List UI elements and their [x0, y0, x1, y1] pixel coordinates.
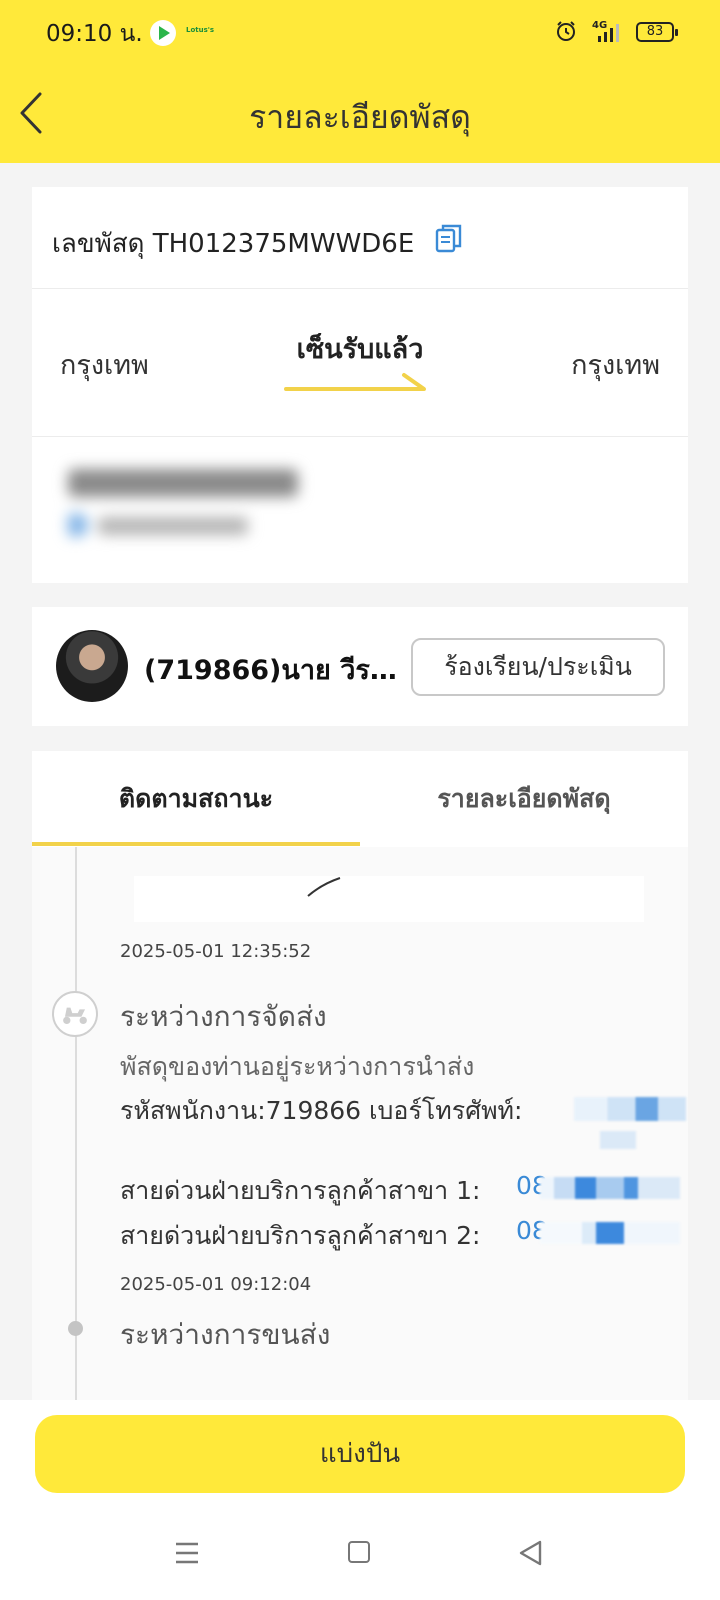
app-header: 09:10 น. Lotus's 4G 83 รายละเอียดพัสดุ	[0, 0, 720, 163]
tracking-card: ติดตามสถานะ รายละเอียดพัสดุ 2025-05-01 1…	[32, 751, 688, 1401]
scooter-icon	[52, 991, 98, 1037]
network-label: 4G	[592, 20, 607, 31]
staff-phone-redacted[interactable]	[574, 1097, 686, 1121]
battery-indicator: 83	[636, 22, 678, 42]
bottom-bar: แบ่งปัน	[0, 1400, 720, 1600]
hotline-1-redacted	[540, 1177, 680, 1199]
delivery-status: เซ็นรับแล้ว	[296, 334, 424, 365]
destination-city: กรุงเทพ	[571, 350, 660, 381]
tracking-number: เลขพัสดุ TH012375MWWD6E	[52, 229, 415, 259]
event-description: พัสดุของท่านอยู่ระหว่างการนำส่ง	[120, 1052, 475, 1081]
route-row: กรุงเทพ เซ็นรับแล้ว กรุงเทพ	[32, 289, 688, 437]
play-app-icon	[150, 20, 176, 46]
signature-mark	[307, 877, 341, 897]
hotline-2-label: สายด่วนฝ่ายบริการลูกค้าสาขา 2:	[120, 1221, 481, 1250]
alarm-icon	[557, 21, 575, 41]
receiver-info-redacted	[68, 469, 298, 537]
staff-phone-redacted-2	[600, 1131, 636, 1149]
menu-icon[interactable]	[174, 1540, 200, 1566]
parcel-card: เลขพัสดุ TH012375MWWD6E กรุงเทพ เซ็นรับแ…	[32, 187, 688, 583]
complain-rate-button[interactable]: ร้องเรียน/ประเมิน	[411, 638, 665, 696]
status-time: 09:10 น.	[46, 21, 143, 47]
timeline-dot	[68, 1321, 83, 1336]
avatar	[56, 630, 128, 702]
hotline-1-label: สายด่วนฝ่ายบริการลูกค้าสาขา 1:	[120, 1176, 481, 1205]
event-title: ระหว่างการจัดส่ง	[120, 1000, 327, 1033]
tracking-row: เลขพัสดุ TH012375MWWD6E	[32, 187, 688, 289]
staff-phone-line: รหัสพนักงาน:719866 เบอร์โทรศัพท์:	[120, 1096, 523, 1125]
signal-icon: 4G	[592, 20, 619, 42]
timeline-header-strip	[134, 876, 644, 922]
event-time: 2025-05-01 09:12:04	[120, 1274, 312, 1295]
arrow-right-icon	[284, 373, 426, 391]
home-square-icon[interactable]	[348, 1541, 370, 1563]
courier-name: (719866)นาย วีระชั...	[144, 655, 402, 686]
active-tab-indicator	[32, 842, 360, 846]
copy-icon[interactable]	[435, 223, 463, 253]
courier-card: (719866)นาย วีระชั... ร้องเรียน/ประเมิน	[32, 607, 688, 726]
page-title: รายละเอียดพัสดุ	[249, 98, 471, 136]
timeline-line	[75, 847, 77, 1401]
triangle-back-icon[interactable]	[518, 1540, 544, 1566]
tab-parcel-details[interactable]: รายละเอียดพัสดุ	[360, 751, 688, 847]
event-time: 2025-05-01 12:35:52	[120, 941, 312, 962]
share-button[interactable]: แบ่งปัน	[35, 1415, 685, 1493]
event-title: ระหว่างการขนส่ง	[120, 1318, 331, 1351]
hotline-2-redacted	[540, 1222, 680, 1244]
tab-tracking-status[interactable]: ติดตามสถานะ	[32, 751, 360, 847]
status-app-label: Lotus's	[186, 26, 215, 34]
tab-bar: ติดตามสถานะ รายละเอียดพัสดุ	[32, 751, 688, 847]
origin-city: กรุงเทพ	[60, 350, 149, 381]
